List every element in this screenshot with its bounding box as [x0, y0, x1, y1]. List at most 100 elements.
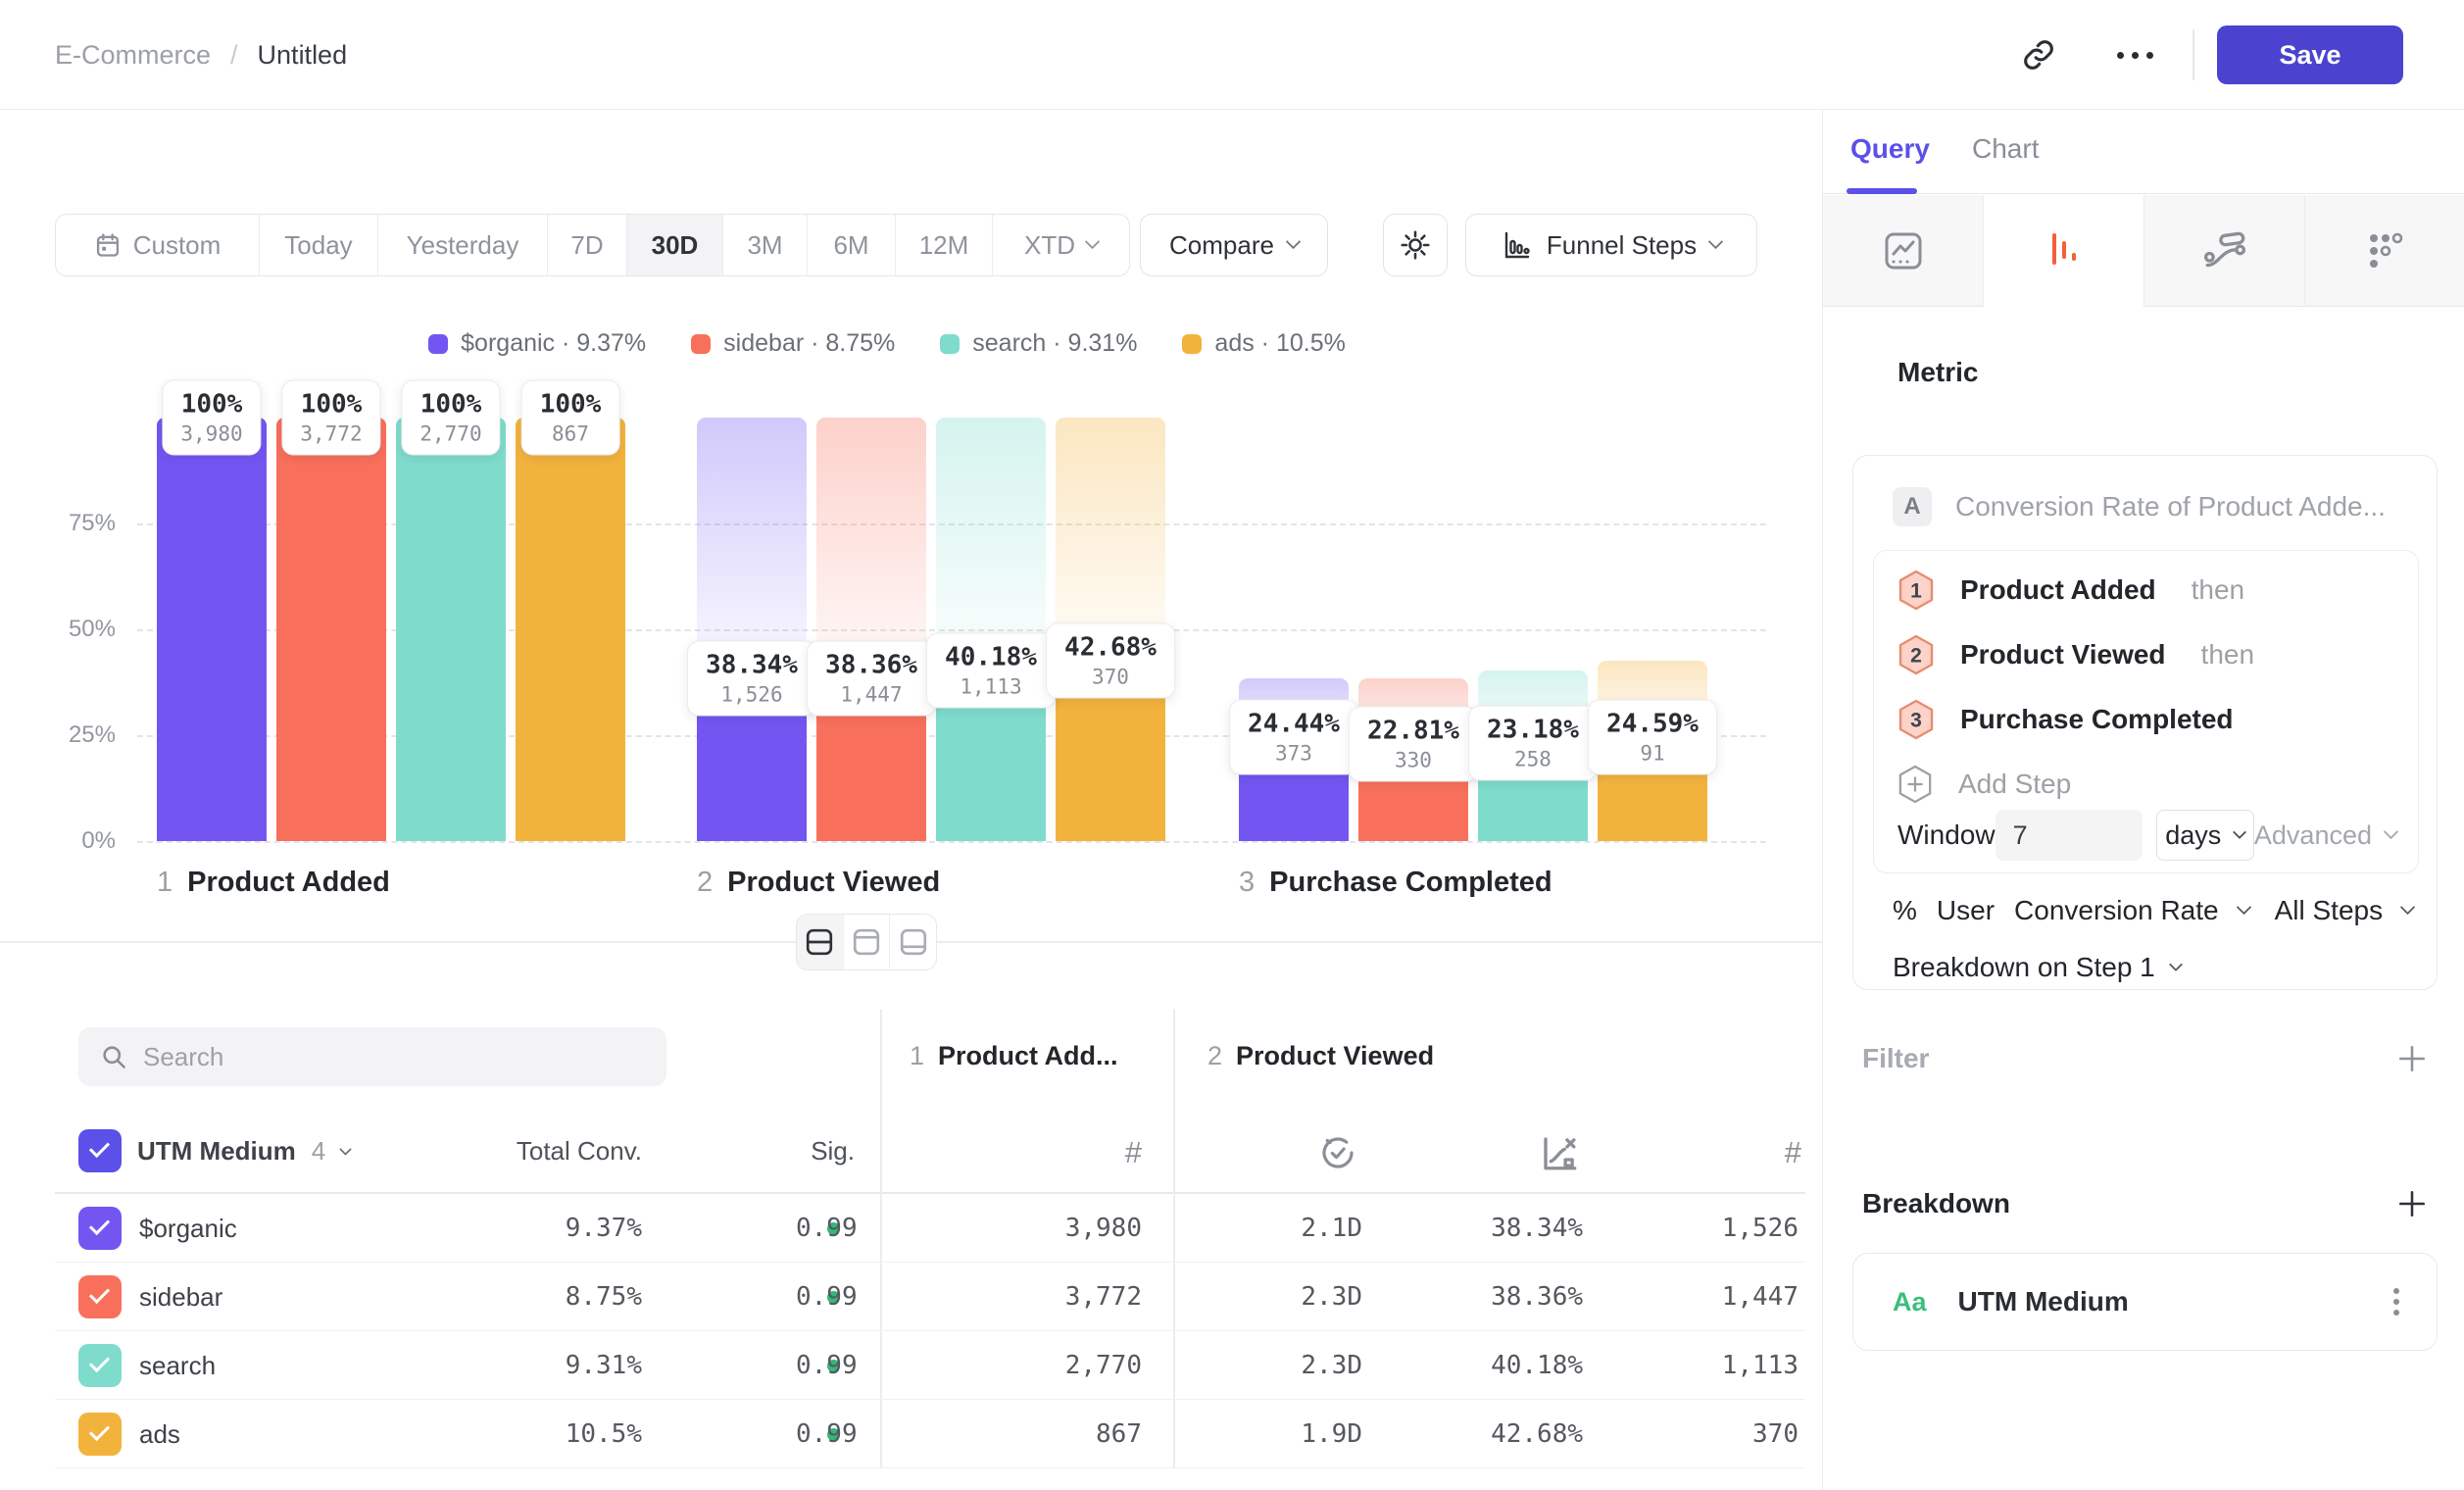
metric-card: A Conversion Rate of Product Adde... 1 P… — [1852, 455, 2438, 990]
breakdown-heading: Breakdown — [1862, 1188, 2010, 1219]
metric-title: Conversion Rate of Product Adde... — [1955, 491, 2386, 522]
row-checkbox[interactable] — [78, 1275, 122, 1318]
chart-view-label: Funnel Steps — [1547, 230, 1697, 261]
more-menu-button[interactable] — [2105, 25, 2164, 84]
measure-scope-select[interactable]: All Steps — [2275, 895, 2384, 926]
funnel-bar[interactable] — [396, 418, 506, 841]
tab-scatter-funnel[interactable] — [2305, 195, 2464, 307]
legend-item[interactable]: sidebar · 8.75% — [691, 329, 895, 358]
legend-item[interactable]: $organic · 9.37% — [428, 329, 646, 358]
time-check-icon — [1318, 1133, 1357, 1172]
query-step-row[interactable]: 3 Purchase Completed — [1897, 698, 2234, 741]
chart-settings-button[interactable] — [1383, 214, 1448, 276]
column-header-sig[interactable]: Sig. — [757, 1129, 855, 1172]
copy-link-button[interactable] — [2009, 25, 2068, 84]
row-checkbox[interactable] — [78, 1344, 122, 1387]
row-checkbox[interactable] — [78, 1207, 122, 1250]
layout-table-only-button[interactable] — [890, 915, 936, 969]
tab-query[interactable]: Query — [1850, 133, 1930, 165]
legend-label: search · 9.31% — [972, 329, 1137, 358]
pane-bottom-icon — [899, 927, 928, 957]
tab-funnel-chart[interactable] — [1984, 195, 2144, 307]
breakdown-on-select[interactable]: Breakdown on Step 1 — [1893, 952, 2181, 983]
metric-title-row[interactable]: A Conversion Rate of Product Adde... — [1893, 487, 2386, 526]
gear-icon — [1399, 228, 1432, 262]
bar-count-value: 1,526 — [706, 683, 798, 707]
layout-chart-only-button[interactable] — [844, 915, 891, 969]
funnel-bar-ghost — [697, 418, 807, 678]
range-12m[interactable]: 12M — [896, 215, 993, 275]
row-checkbox[interactable] — [78, 1413, 122, 1456]
column-count-header[interactable]: # — [1093, 1131, 1142, 1174]
step-number: 2 — [697, 867, 713, 899]
funnel-bar[interactable] — [157, 418, 267, 841]
chart-gridline — [137, 841, 1766, 843]
range-custom[interactable]: Custom — [56, 215, 260, 275]
table-group-header-added[interactable]: 1 Product Add... — [910, 1041, 1118, 1071]
table-row[interactable]: ads10.5%0.998671.9D42.68%370 — [55, 1400, 1805, 1468]
column-header-total-conv[interactable]: Total Conv. — [446, 1129, 642, 1172]
legend-item[interactable]: search · 9.31% — [940, 329, 1137, 358]
search-input[interactable] — [143, 1042, 633, 1072]
funnel-bar-label: 100%867 — [521, 380, 620, 456]
funnel-bar-label: 22.81%330 — [1349, 707, 1478, 782]
breakdown-item[interactable]: Aa UTM Medium — [1852, 1253, 2438, 1351]
column-conv-rate-header[interactable] — [1531, 1131, 1580, 1174]
chart-view-selector[interactable]: Funnel Steps — [1465, 214, 1757, 276]
query-step-row[interactable]: 1 Product Addedthen — [1897, 569, 2244, 612]
step-number: 1 — [157, 867, 172, 899]
table-row[interactable]: search9.31%0.992,7702.3D40.18%1,113 — [55, 1331, 1805, 1400]
step-event-name: Purchase Completed — [1960, 704, 2234, 735]
step-event-name: Product Added — [1960, 574, 2156, 606]
range-yesterday[interactable]: Yesterday — [378, 215, 548, 275]
add-step-button[interactable]: Add Step — [1897, 763, 2071, 806]
funnel-step-label: 3Purchase Completed — [1239, 867, 1552, 899]
column-count-header[interactable]: # — [1752, 1131, 1801, 1174]
table-row[interactable]: $organic9.37%0.993,9802.1D38.34%1,526 — [55, 1194, 1805, 1263]
range-6m[interactable]: 6M — [808, 215, 896, 275]
range-7d[interactable]: 7D — [548, 215, 627, 275]
active-tab-underline — [1847, 188, 1917, 194]
column-avg-time-header[interactable] — [1308, 1131, 1357, 1174]
range-3m[interactable]: 3M — [723, 215, 808, 275]
query-panel: Query Chart — [1822, 110, 2464, 1490]
cell-viewed_count: 1,113 — [1602, 1331, 1799, 1400]
tab-chart[interactable]: Chart — [1972, 133, 2039, 165]
funnel-bar[interactable] — [516, 418, 625, 841]
legend-swatch — [1182, 334, 1202, 354]
cell-viewed_pct: 40.18% — [1387, 1331, 1583, 1400]
bar-pct-value: 40.18% — [945, 643, 1037, 672]
legend-item[interactable]: ads · 10.5% — [1182, 329, 1345, 358]
query-step-row[interactable]: 2 Product Viewedthen — [1897, 633, 2254, 676]
layout-split-button[interactable] — [797, 915, 844, 969]
sankey-icon — [2200, 226, 2249, 275]
breadcrumb-current[interactable]: Untitled — [258, 40, 348, 71]
groupby-label[interactable]: UTM Medium — [137, 1136, 296, 1167]
compare-button[interactable]: Compare — [1140, 214, 1328, 276]
range-today[interactable]: Today — [260, 215, 378, 275]
window-value-input[interactable] — [1996, 810, 2143, 861]
split-horizontal-icon — [805, 927, 834, 957]
advanced-toggle[interactable]: Advanced — [2254, 820, 2396, 851]
table-group-header-viewed[interactable]: 2 Product Viewed — [1207, 1041, 1434, 1071]
tab-flow-chart[interactable] — [2144, 195, 2305, 307]
measure-entity[interactable]: User — [1937, 895, 1995, 926]
chevron-down-icon — [2233, 824, 2246, 838]
range-xtd[interactable]: XTD — [993, 215, 1129, 275]
window-unit-select[interactable]: days — [2156, 810, 2254, 861]
measure-metric-select[interactable]: Conversion Rate — [2014, 895, 2219, 926]
tab-line-chart[interactable] — [1823, 195, 1984, 307]
range-30d[interactable]: 30D — [627, 215, 723, 275]
funnel-step-label: 2Product Viewed — [697, 867, 940, 899]
bar-pct-value: 100% — [180, 390, 242, 420]
funnel-bar[interactable] — [276, 418, 386, 841]
select-all-checkbox[interactable] — [78, 1129, 122, 1172]
chevron-down-icon — [1085, 234, 1101, 250]
add-breakdown-button[interactable] — [2396, 1188, 2428, 1219]
kebab-menu-icon[interactable] — [2393, 1288, 2399, 1316]
table-row[interactable]: sidebar8.75%0.993,7722.3D38.36%1,447 — [55, 1263, 1805, 1331]
add-filter-button[interactable] — [2396, 1043, 2428, 1074]
property-type-badge: Aa — [1893, 1287, 1927, 1317]
breadcrumb-parent[interactable]: E-Commerce — [55, 40, 211, 71]
save-button[interactable]: Save — [2217, 25, 2403, 84]
